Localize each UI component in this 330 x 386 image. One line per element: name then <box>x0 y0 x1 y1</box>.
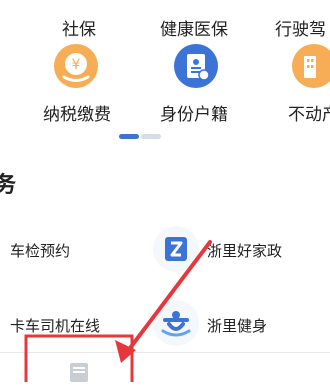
annotation-overlay <box>24 240 212 382</box>
arrow-shaft <box>122 240 212 358</box>
